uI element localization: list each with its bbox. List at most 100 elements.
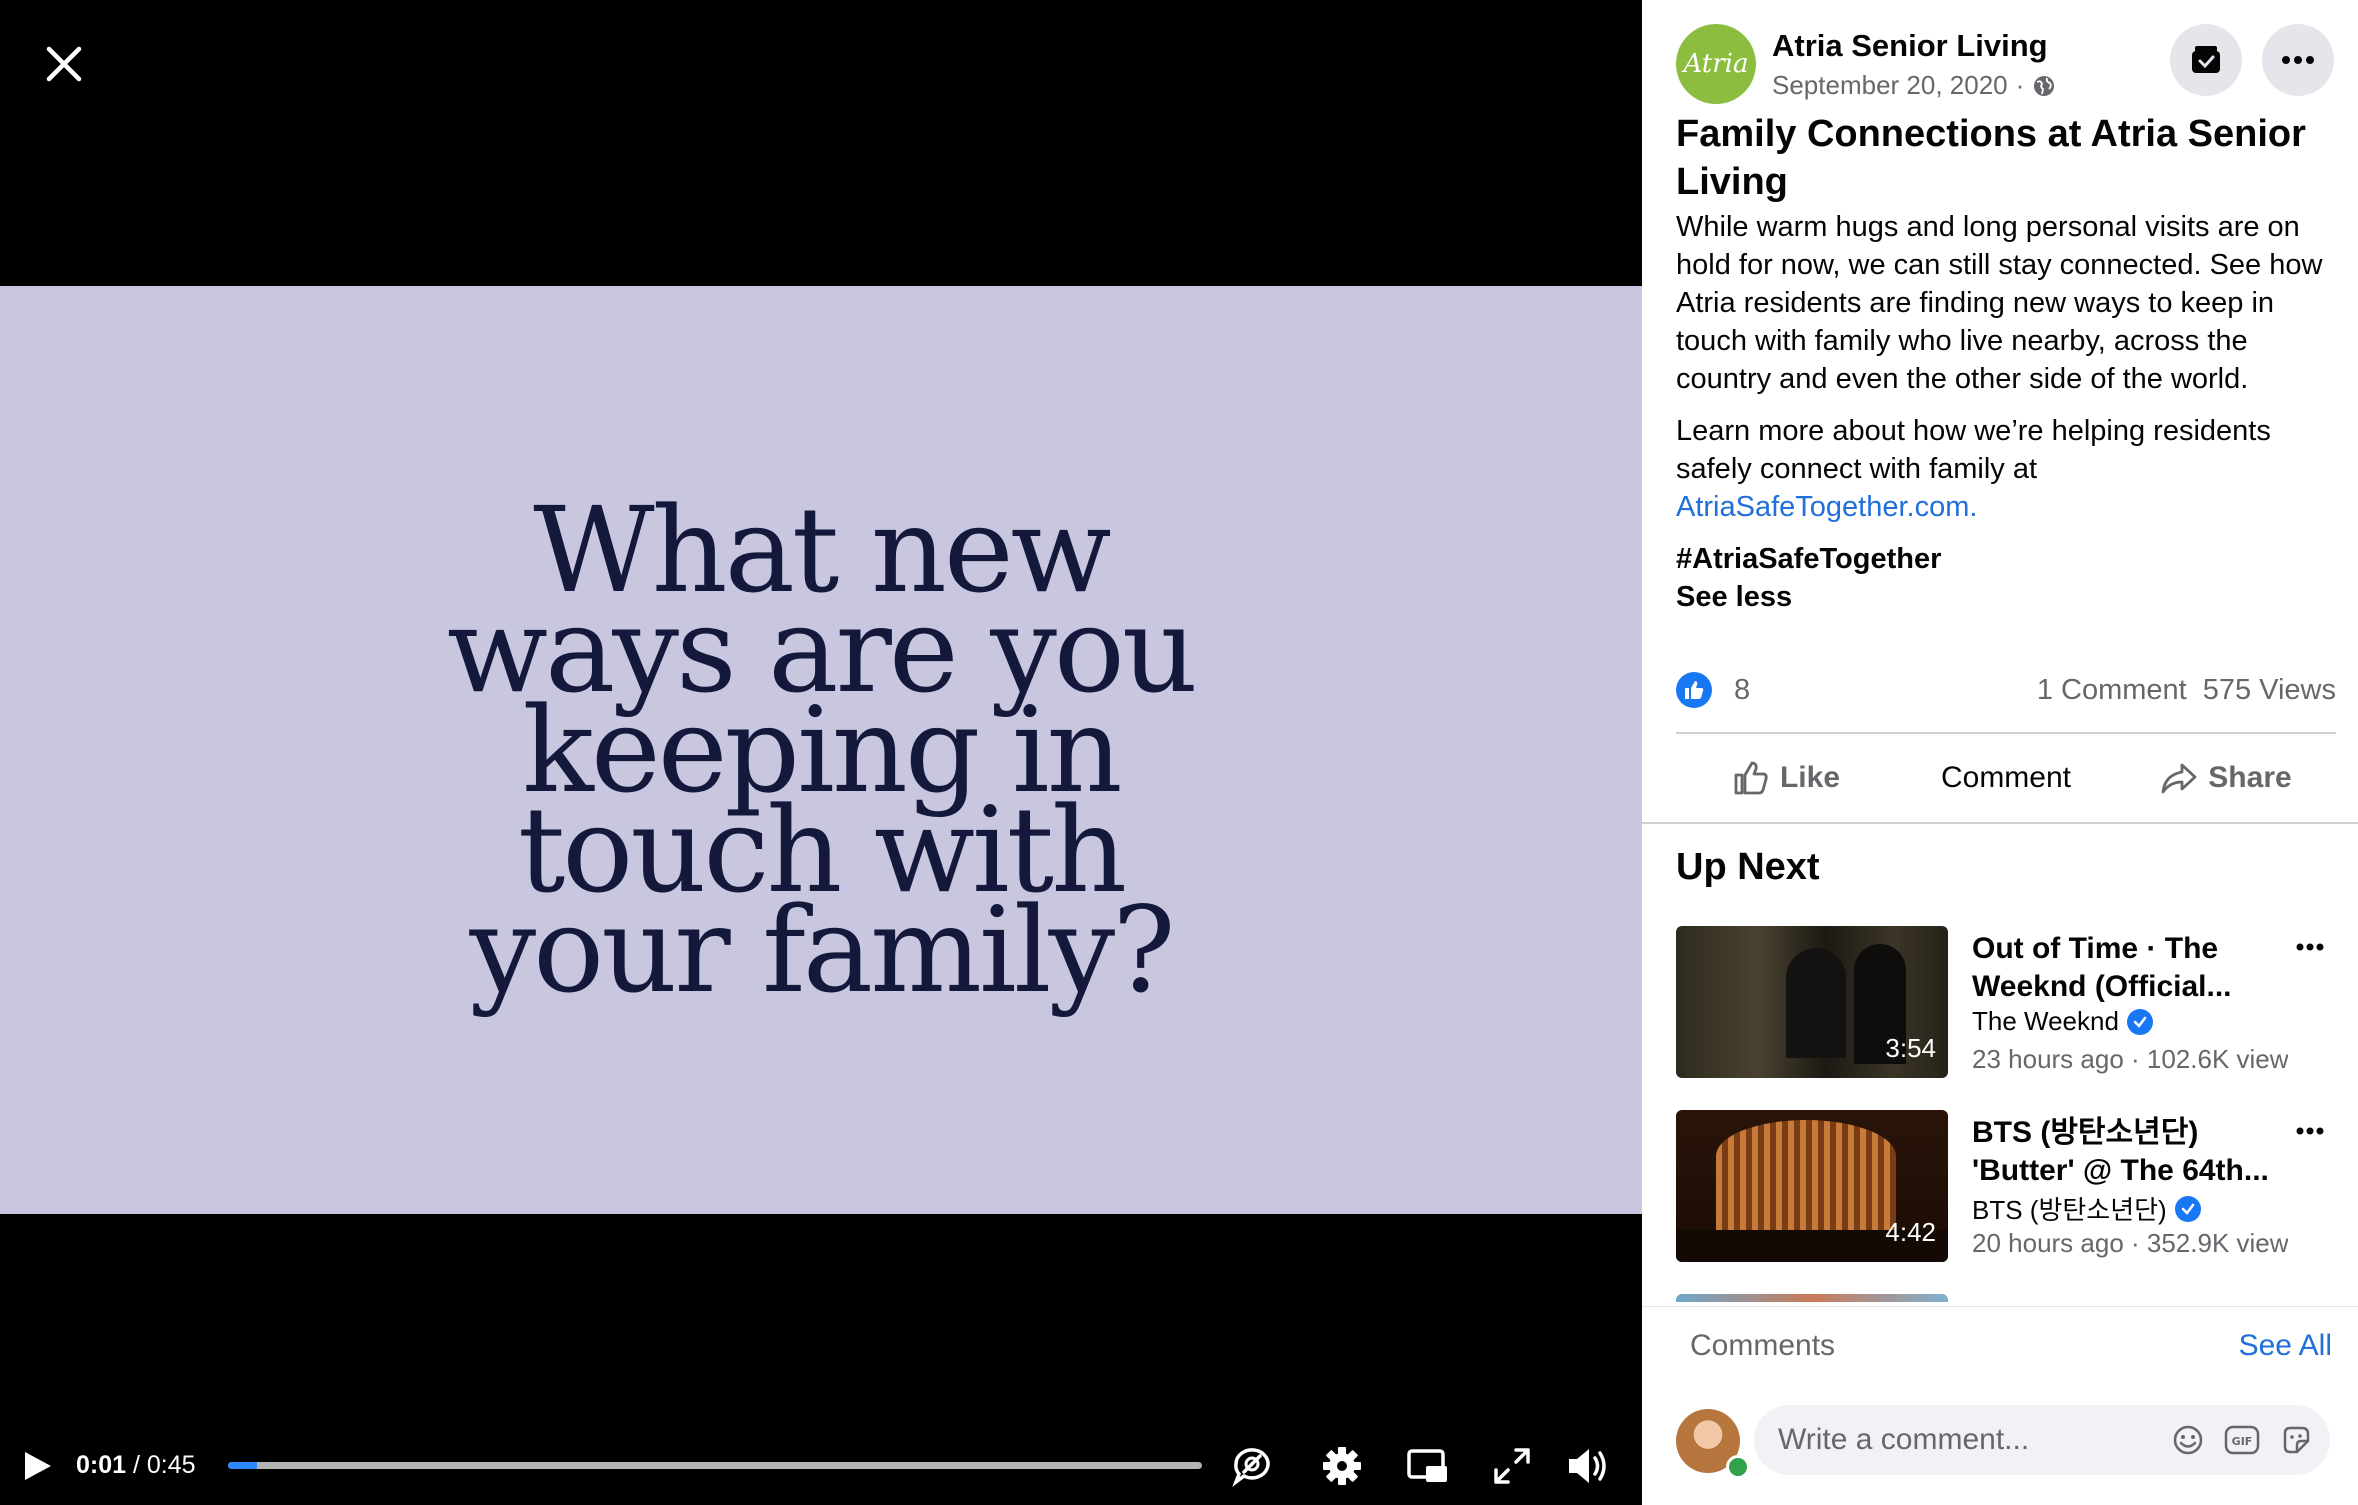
post-paragraph-1: While warm hugs and long personal visits… bbox=[1676, 211, 2323, 395]
thumbnail-stage-curtain bbox=[1716, 1120, 1896, 1240]
channel-name-text: The Weeknd bbox=[1972, 1006, 2119, 1036]
progress-fill bbox=[228, 1462, 258, 1469]
up-next-peek-item bbox=[1676, 1294, 2336, 1302]
svg-text:GIF: GIF bbox=[2232, 1435, 2253, 1448]
like-outline-icon bbox=[1734, 761, 1768, 795]
up-next-heading: Up Next bbox=[1676, 846, 1820, 888]
verified-badge-icon bbox=[2126, 1008, 2153, 1035]
post-stats: 1 Comment 575 Views bbox=[2037, 674, 2336, 707]
volume-icon bbox=[1569, 1449, 1606, 1483]
external-link[interactable]: AtriaSafeTogether.com. bbox=[1676, 491, 1977, 523]
play-icon bbox=[25, 1452, 51, 1480]
gear-icon bbox=[1323, 1447, 1361, 1485]
peek-thumbnail bbox=[1676, 1294, 1948, 1302]
smiley-icon bbox=[2173, 1425, 2203, 1455]
post-sidebar: Atria Atria Senior Living September 20, … bbox=[1642, 0, 2358, 1505]
save-post-button[interactable] bbox=[2170, 24, 2242, 96]
picture-in-picture-icon bbox=[1407, 1449, 1447, 1482]
sticker-icon bbox=[2283, 1426, 2310, 1454]
share-button-label: Share bbox=[2208, 761, 2292, 794]
gif-button[interactable]: GIF bbox=[2222, 1420, 2262, 1460]
avatar-logo-text: Atria bbox=[1683, 49, 1749, 79]
post-title: Family Connections at Atria Senior Livin… bbox=[1676, 113, 2306, 203]
fullscreen-button[interactable] bbox=[1488, 1442, 1536, 1490]
video-frame[interactable]: What new ways are you keeping in touch w… bbox=[0, 286, 1642, 1214]
current-time: 0:01 bbox=[76, 1451, 127, 1479]
channel-name-text: BTS (방탄소년단) bbox=[1972, 1195, 2167, 1225]
comment-button-label: Comment bbox=[1940, 761, 2072, 794]
captions-button[interactable] bbox=[1228, 1442, 1276, 1490]
thumbs-up-icon bbox=[1685, 681, 1704, 699]
up-next-item[interactable]: 3:54 Out of Time · The Weeknd (Official.… bbox=[1676, 926, 2336, 1078]
pip-button[interactable] bbox=[1404, 1442, 1452, 1490]
post-body: While warm hugs and long personal visits… bbox=[1676, 208, 2338, 616]
more-dots-icon bbox=[2296, 943, 2324, 951]
comments-label: Comments bbox=[1690, 1329, 1836, 1362]
channel-name[interactable]: BTS (방탄소년단) bbox=[1972, 1190, 2201, 1227]
time-display: 0:01 / 0:45 bbox=[76, 1448, 196, 1482]
globe-icon bbox=[2034, 75, 2055, 96]
see-less-button[interactable]: See less bbox=[1676, 578, 2338, 616]
video-player[interactable]: What new ways are you keeping in touch w… bbox=[0, 0, 1642, 1504]
comments-section: Comments See All GIF bbox=[1642, 1306, 2358, 1505]
share-button[interactable]: Share bbox=[2116, 761, 2336, 795]
divider bbox=[1642, 822, 2358, 824]
close-icon bbox=[46, 46, 82, 82]
like-reaction-icon[interactable] bbox=[1676, 672, 1712, 708]
volume-button[interactable] bbox=[1564, 1442, 1612, 1490]
captions-off-icon bbox=[1232, 1448, 1270, 1487]
video-more-button[interactable] bbox=[2290, 1116, 2330, 1146]
close-button[interactable] bbox=[36, 36, 92, 92]
post-paragraph-2: Learn more about how we’re helping resid… bbox=[1676, 412, 2338, 526]
more-dots-icon bbox=[2282, 56, 2314, 64]
like-button[interactable]: Like bbox=[1676, 759, 1896, 797]
online-status-dot bbox=[1726, 1455, 1750, 1479]
hashtag-link[interactable]: #AtriaSafeTogether bbox=[1676, 540, 2338, 578]
gif-icon: GIF bbox=[2224, 1425, 2260, 1455]
date-separator: · bbox=[2015, 70, 2025, 100]
view-count: 575 Views bbox=[2202, 673, 2336, 706]
thumbnail-figure bbox=[1786, 948, 1846, 1058]
video-duration: 4:42 bbox=[1885, 1217, 1936, 1247]
more-options-button[interactable] bbox=[2262, 24, 2334, 96]
up-next-item[interactable]: 4:42 BTS (방탄소년단) 'Butter' @ The 64th... … bbox=[1676, 1110, 2336, 1262]
more-dots-icon bbox=[2296, 1127, 2324, 1135]
video-thumbnail[interactable]: 4:42 bbox=[1676, 1110, 1948, 1262]
progress-bar[interactable] bbox=[228, 1462, 1202, 1469]
comment-input[interactable] bbox=[1754, 1422, 2168, 1458]
video-meta: 20 hours ago · 352.9K views bbox=[1972, 1228, 2288, 1258]
bookmark-box-icon bbox=[2192, 46, 2220, 73]
share-arrow-icon bbox=[2161, 763, 2197, 794]
page-avatar[interactable]: Atria bbox=[1676, 24, 1756, 104]
comment-button[interactable]: Comment bbox=[1896, 761, 2116, 795]
video-more-button[interactable] bbox=[2290, 932, 2330, 962]
total-duration: 0:45 bbox=[146, 1451, 196, 1479]
emoji-button[interactable] bbox=[2168, 1420, 2208, 1460]
video-thumbnail[interactable]: 3:54 bbox=[1676, 926, 1948, 1078]
video-controls: 0:01 / 0:45 bbox=[0, 1430, 1642, 1500]
video-duration: 3:54 bbox=[1885, 1033, 1936, 1063]
verified-badge-icon bbox=[2174, 1195, 2201, 1222]
reaction-summary: 8 1 Comment 575 Views bbox=[1676, 668, 2336, 712]
channel-name[interactable]: The Weeknd bbox=[1972, 1006, 2153, 1037]
page-name-link[interactable]: Atria Senior Living bbox=[1772, 28, 2048, 64]
post-date[interactable]: September 20, 2020 · bbox=[1772, 70, 2056, 101]
expand-icon bbox=[1494, 1448, 1530, 1484]
comment-box[interactable]: GIF bbox=[1754, 1405, 2330, 1475]
like-button-label: Like bbox=[1779, 761, 1841, 794]
see-all-comments-link[interactable]: See All bbox=[2239, 1329, 2332, 1363]
like-count[interactable]: 8 bbox=[1734, 674, 1750, 707]
post-date-text: September 20, 2020 bbox=[1772, 70, 2008, 100]
time-separator: / bbox=[133, 1451, 140, 1479]
post-actions: Like Comment Share bbox=[1676, 742, 2336, 814]
sticker-button[interactable] bbox=[2276, 1420, 2316, 1460]
video-title[interactable]: Out of Time · The Weeknd (Official... bbox=[1972, 930, 2302, 1006]
play-button[interactable] bbox=[18, 1446, 58, 1486]
comment-count[interactable]: 1 Comment bbox=[2037, 674, 2187, 707]
video-meta: 23 hours ago · 102.6K views bbox=[1972, 1044, 2288, 1074]
settings-button[interactable] bbox=[1318, 1442, 1366, 1490]
video-headline: What new ways are you keeping in touch w… bbox=[447, 481, 1198, 1019]
divider bbox=[1676, 732, 2336, 734]
post-paragraph-2-text: Learn more about how we’re helping resid… bbox=[1676, 415, 2271, 485]
video-title[interactable]: BTS (방탄소년단) 'Butter' @ The 64th... bbox=[1972, 1114, 2302, 1190]
